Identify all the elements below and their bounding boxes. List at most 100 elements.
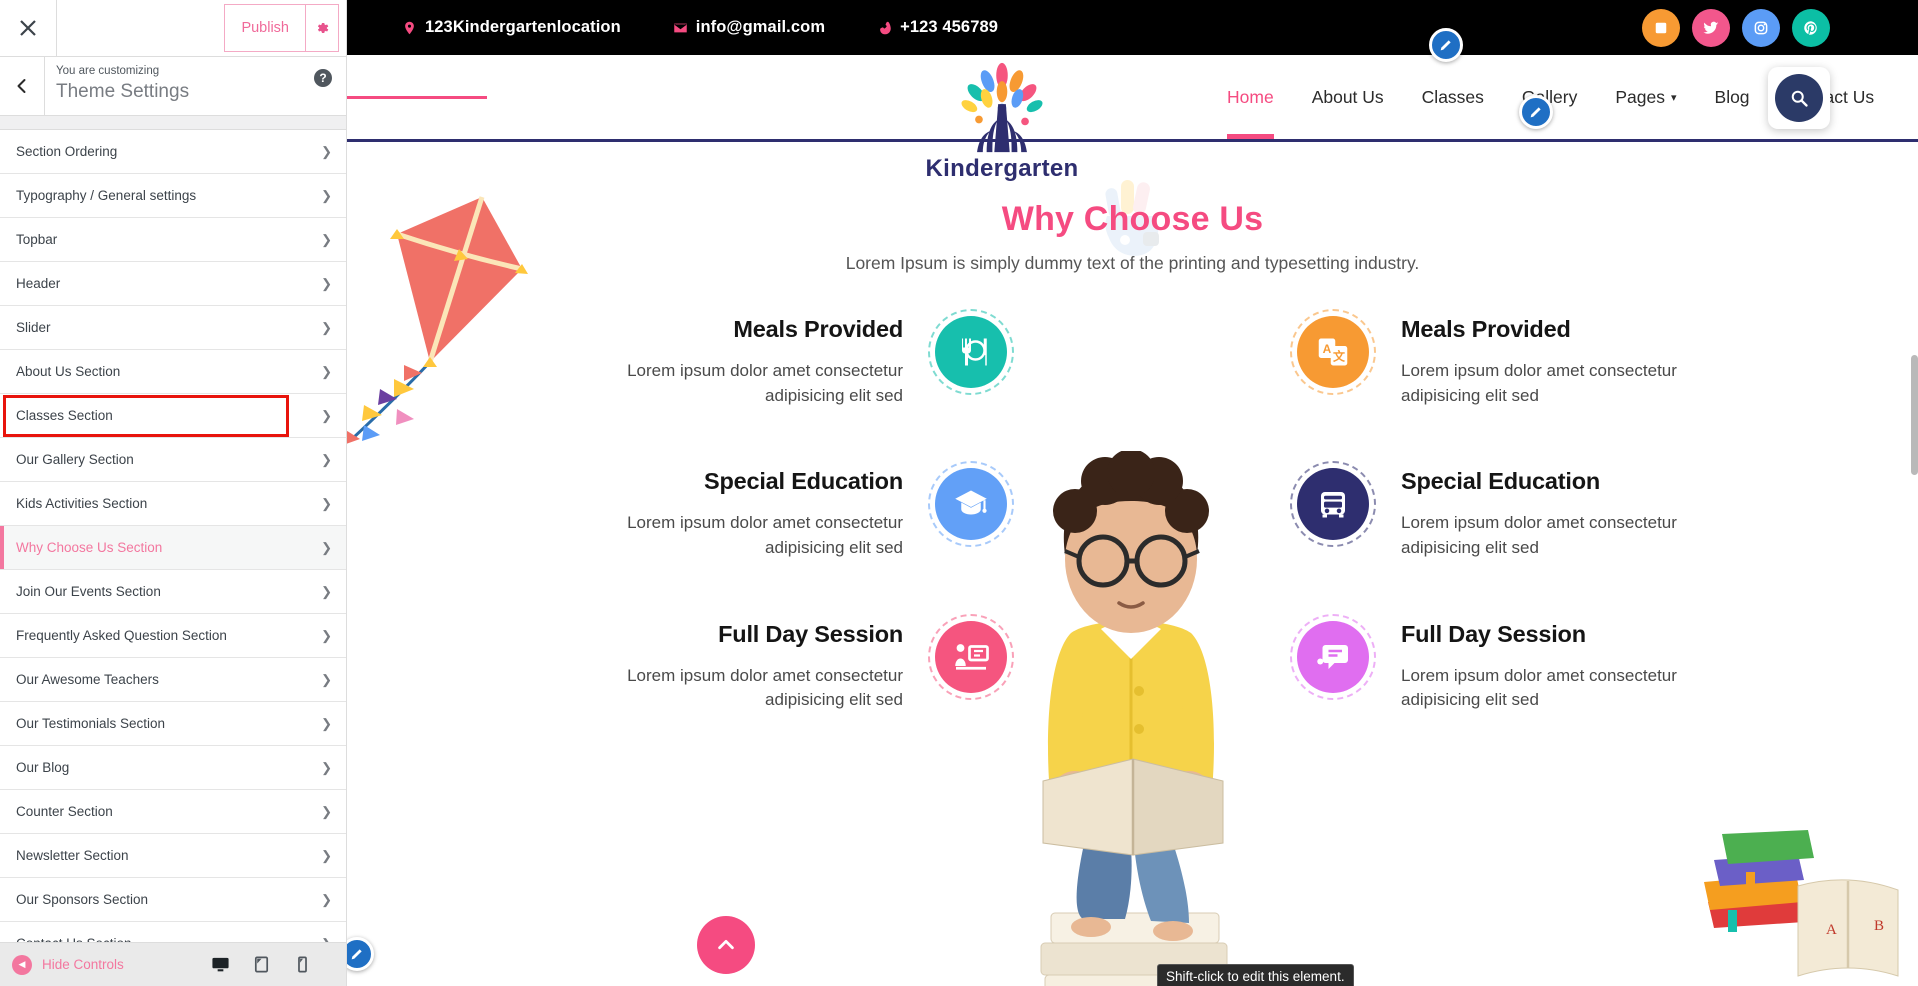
topbar-location[interactable]: 123Kindergartenlocation [402,18,621,37]
topbar-email[interactable]: info@gmail.com [673,18,825,37]
chevron-right-icon: ❯ [321,231,332,247]
topbar-phone-text: +123 456789 [900,18,999,36]
features-left-column: Meals Provided Lorem ipsum dolor amet con… [447,309,1014,773]
section-heading-block: Why Choose Us Lorem Ipsum is simply dumm… [347,142,1918,274]
nav-item-classes[interactable]: Classes [1422,55,1484,139]
sidebar-item-label: Topbar [16,232,58,247]
nav-item-blog[interactable]: Blog [1715,55,1750,139]
feature-item[interactable]: Meals Provided Lorem ipsum dolor amet con… [447,309,1014,408]
gear-icon [318,22,329,34]
sidebar-item-our-gallery-section[interactable]: Our Gallery Section ❯ [0,438,346,482]
sidebar-item-typography-general-settings[interactable]: Typography / General settings ❯ [0,174,346,218]
tablet-preview-button[interactable] [252,955,271,974]
customizer-section-list[interactable]: Section Ordering ❯ Typography / General se… [0,130,346,942]
hide-controls-button[interactable]: ◀ Hide Controls [12,954,124,975]
nav-item-home[interactable]: Home [1227,55,1274,139]
svg-text:A: A [1323,342,1332,356]
twitter-link[interactable] [1692,8,1730,47]
feature-title: Full Day Session [718,620,903,647]
feature-icon-language-icon: A文 [1290,309,1376,395]
feature-text: Meals Provided Lorem ipsum dolor amet con… [1401,316,1731,408]
sidebar-item-our-testimonials-section[interactable]: Our Testimonials Section ❯ [0,702,346,746]
sidebar-item-kids-activities-section[interactable]: Kids Activities Section ❯ [0,482,346,526]
mobile-icon [298,956,307,973]
pinterest-link[interactable] [1792,8,1830,47]
help-icon[interactable]: ? [314,69,332,87]
sidebar-item-label: Header [16,276,61,291]
sidebar-item-newsletter-section[interactable]: Newsletter Section ❯ [0,834,346,878]
feature-item[interactable]: Full Day Session Lorem ipsum dolor amet c… [1290,613,1857,713]
sidebar-item-join-our-events-section[interactable]: Join Our Events Section ❯ [0,570,346,614]
close-customizer-button[interactable] [0,0,57,56]
features-grid: Meals Provided Lorem ipsum dolor amet con… [347,309,1918,986]
feature-icon-school-bus-icon [1290,461,1376,548]
chevron-up-icon [718,939,734,950]
sidebar-item-why-choose-us-section[interactable]: Why Choose Us Section ❯ [0,526,346,570]
sidebar-item-counter-section[interactable]: Counter Section ❯ [0,790,346,834]
sidebar-item-label: Our Blog [16,760,70,775]
sidebar-item-label: Our Sponsors Section [16,892,149,907]
feature-icon-chat-note-icon [1290,613,1376,700]
publish-settings-button[interactable] [305,4,339,52]
wp-customizer-sidebar: Publish You are customizing Theme Settin… [0,0,347,986]
nav-item-label: Pages [1615,86,1665,107]
sidebar-item-classes-section[interactable]: Classes Section ❯ [0,394,346,438]
child-reading-photo [1040,451,1227,986]
desktop-preview-button[interactable] [211,955,230,974]
site-preview: 123Kindergartenlocation info@gmail.com +… [347,0,1918,986]
sidebar-item-our-blog[interactable]: Our Blog ❯ [0,746,346,790]
chevron-right-icon: ❯ [321,143,332,159]
sidebar-item-header[interactable]: Header ❯ [0,262,346,306]
panel-title: Theme Settings [56,80,190,102]
sidebar-item-slider[interactable]: Slider ❯ [0,306,346,350]
section-subtitle: Lorem Ipsum is simply dummy text of the … [845,253,1420,273]
sidebar-item-label: Our Gallery Section [16,452,134,467]
sidebar-item-frequently-asked-question-section[interactable]: Frequently Asked Question Section ❯ [0,614,346,658]
customizing-label: You are customizing [56,65,160,77]
instagram-link[interactable] [1742,8,1780,47]
scroll-to-top-button[interactable] [697,916,755,974]
search-button[interactable] [1768,67,1830,129]
nav-item-pages[interactable]: Pages ▾ [1615,55,1676,139]
facebook-link[interactable] [1642,8,1680,47]
publish-group: Publish [224,4,339,52]
feature-title: Special Education [1401,468,1601,495]
features-right-column: A 文 Meals Provided Lorem ipsum dolor amet c… [1290,309,1857,773]
sidebar-item-topbar[interactable]: Topbar ❯ [0,218,346,262]
feature-description: Lorem ipsum dolor amet consectetur adipi… [1401,665,1677,710]
topbar-phone[interactable]: +123 456789 [877,18,998,37]
sidebar-item-label: Slider [16,320,51,335]
sidebar-item-our-awesome-teachers[interactable]: Our Awesome Teachers ❯ [0,658,346,702]
chevron-right-icon: ❯ [321,891,332,907]
sidebar-item-about-us-section[interactable]: About Us Section ❯ [0,350,346,394]
device-preview-group [211,955,334,974]
sidebar-item-label: About Us Section [16,364,121,379]
header-accent-rule [347,95,487,99]
feature-text: Special Education Lorem ipsum dolor amet … [573,468,903,560]
search-button-circle [1775,74,1823,122]
edit-pin-topbar[interactable] [1429,28,1463,62]
feature-item[interactable]: Special Education Lorem ipsum dolor amet … [447,461,1014,560]
svg-text:文: 文 [1333,348,1346,363]
back-button[interactable] [0,57,45,115]
feature-item[interactable]: Full Day Session Lorem ipsum dolor amet c… [447,613,1014,713]
customizer-topbar: Publish [0,0,346,57]
publish-button[interactable]: Publish [224,4,305,52]
sidebar-item-label: Frequently Asked Question Section [16,628,227,643]
feature-item[interactable]: A 文 Meals Provided Lorem ipsum dolor amet c… [1290,309,1857,408]
preview-scrollbar[interactable] [1911,355,1918,475]
chevron-right-icon: ❯ [321,671,332,687]
nav-item-about-us[interactable]: About Us [1312,55,1384,139]
sidebar-item-label: Classes Section [16,408,113,423]
sidebar-item-contact-us-section[interactable]: Contact Us Section ❯ [0,922,346,942]
chevron-right-icon: ❯ [321,275,332,291]
mobile-preview-button[interactable] [293,955,312,974]
sidebar-item-section-ordering[interactable]: Section Ordering ❯ [0,130,346,174]
feature-item[interactable]: Special Education Lorem ipsum dolor amet … [1290,461,1857,560]
sidebar-item-label: Newsletter Section [16,848,129,863]
nav-item-label: About Us [1311,86,1384,107]
edit-pin-nav[interactable] [1519,95,1553,129]
feature-description: Lorem ipsum dolor amet consectetur adipi… [627,513,903,557]
sidebar-item-our-sponsors-section[interactable]: Our Sponsors Section ❯ [0,878,346,922]
